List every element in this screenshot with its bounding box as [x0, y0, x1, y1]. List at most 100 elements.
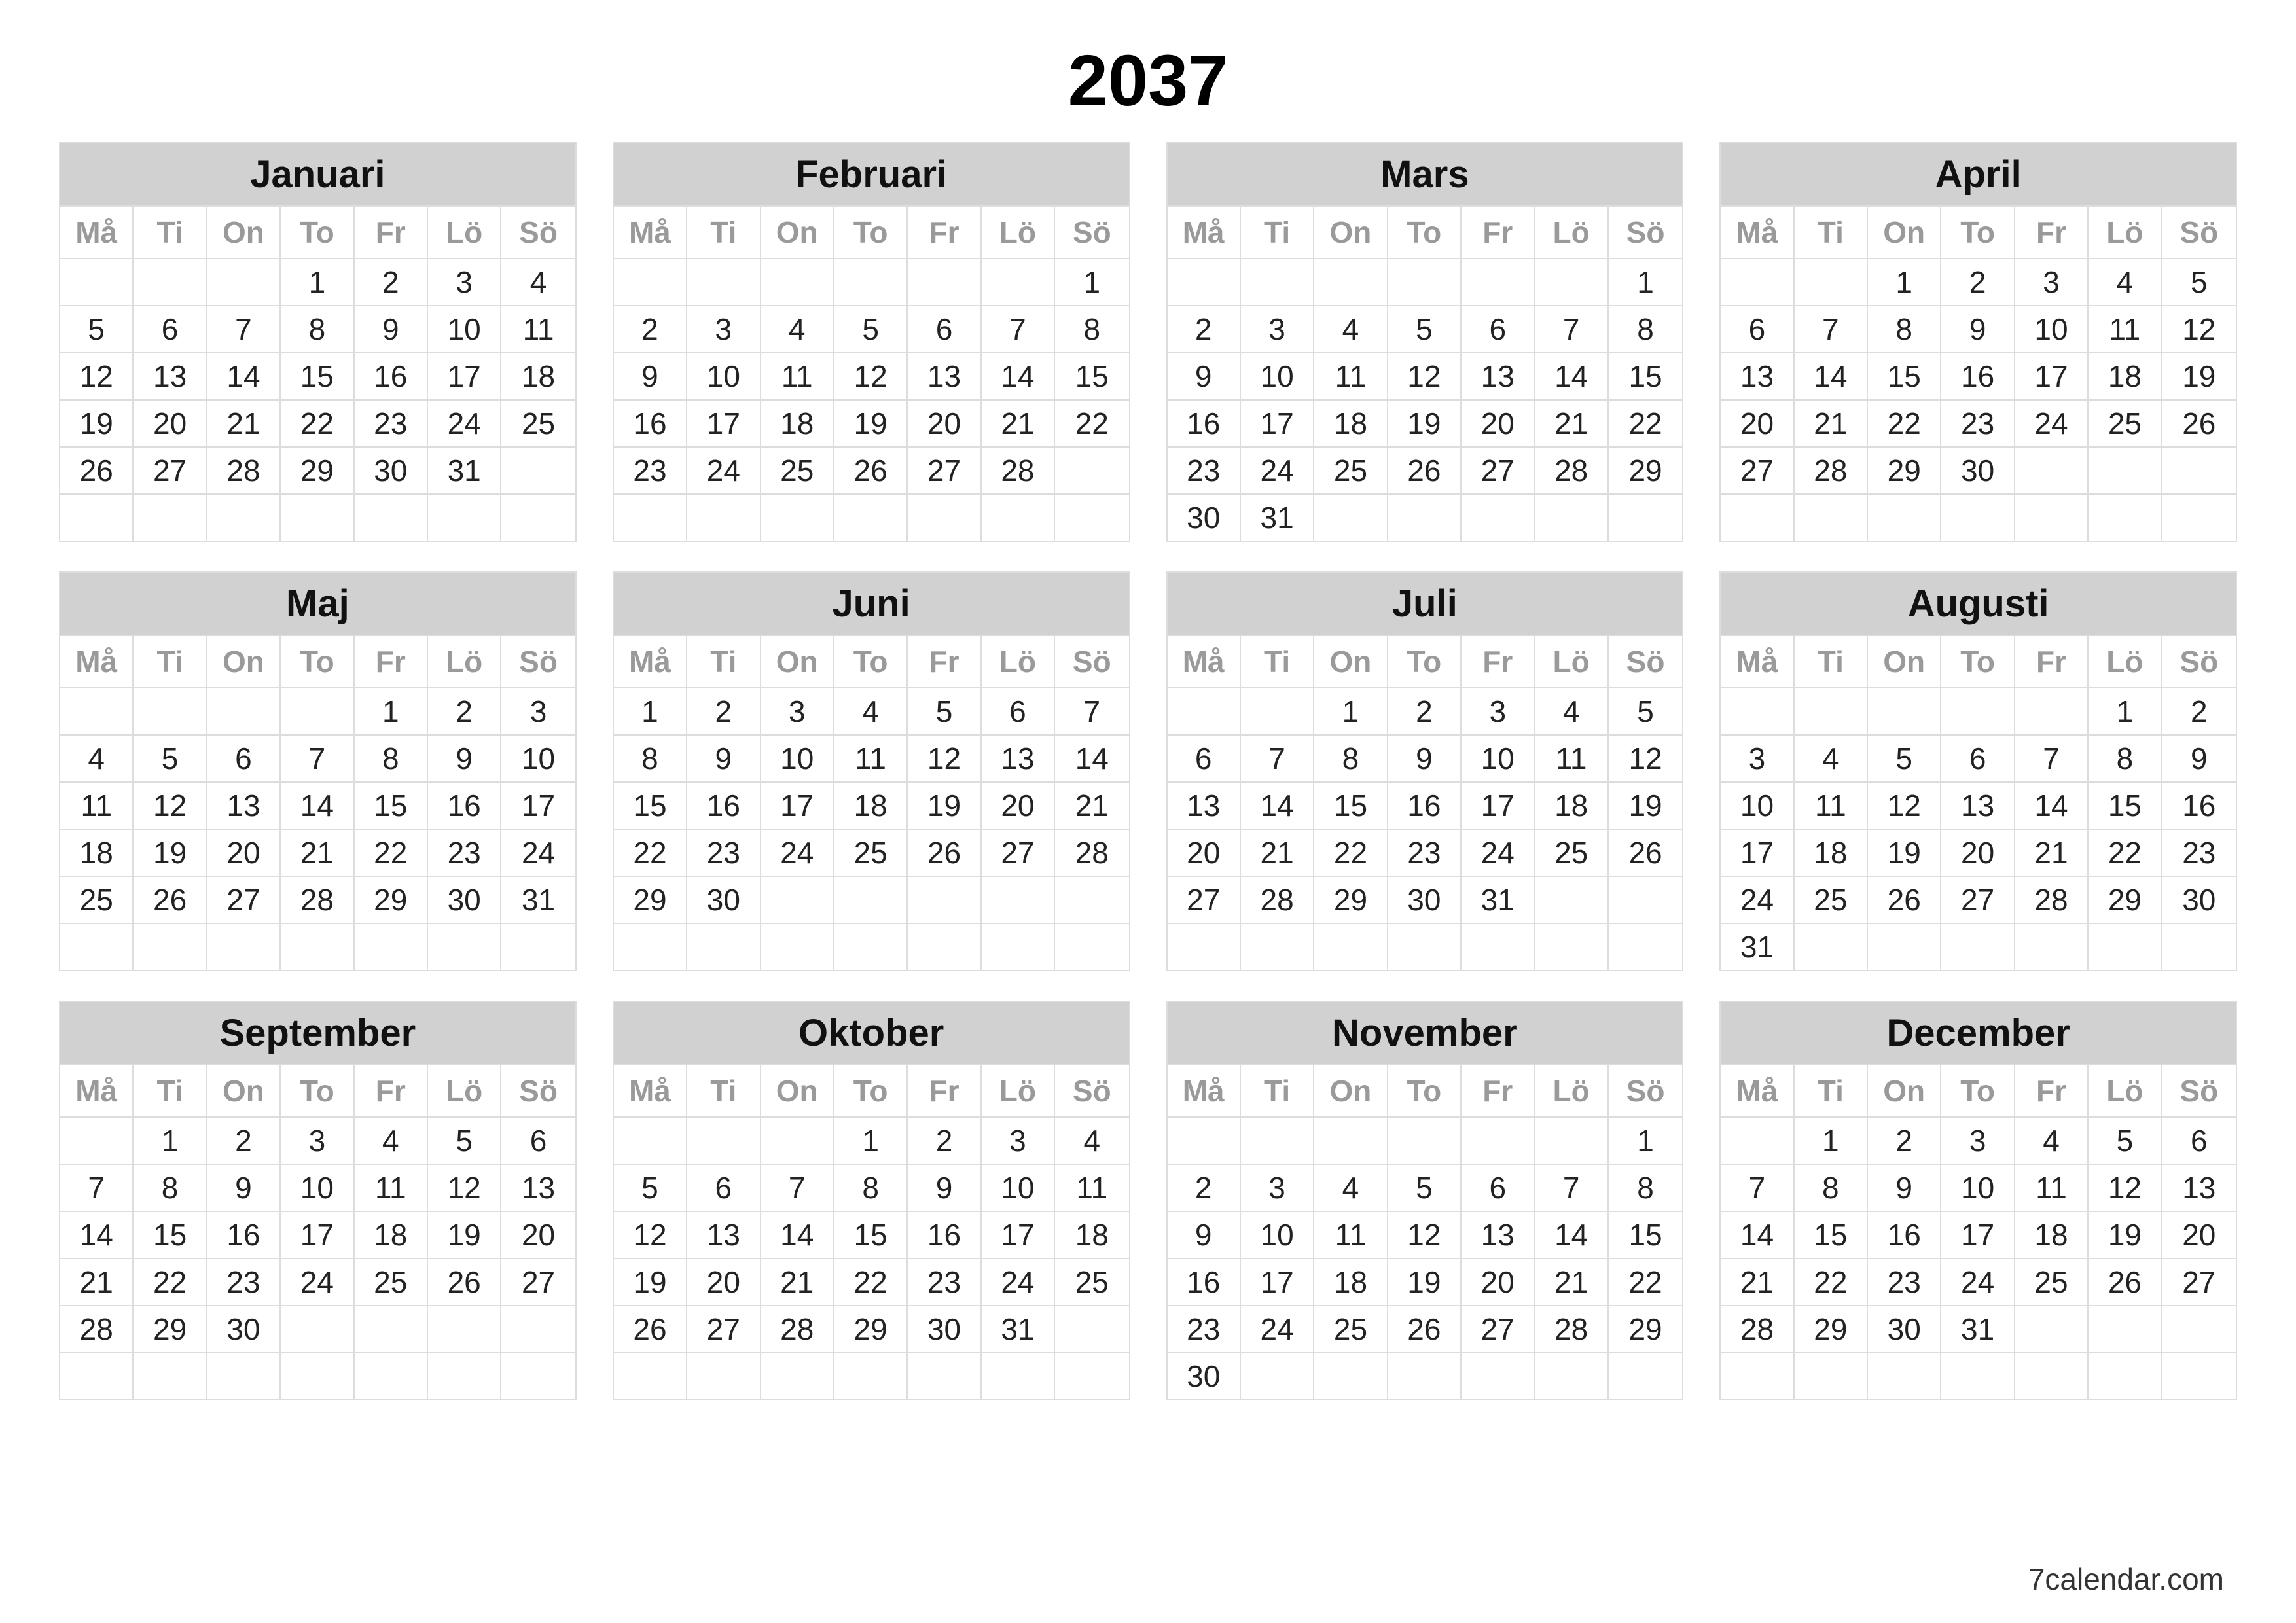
day-cell: 13	[982, 736, 1055, 783]
week-row: 14151617181920	[1721, 1212, 2236, 1259]
day-cell: 15	[1055, 353, 1128, 401]
day-cell: 23	[687, 830, 761, 877]
day-cell: 11	[1314, 1212, 1388, 1259]
day-cell: 14	[1535, 353, 1608, 401]
day-cell	[1462, 1353, 1535, 1399]
weekday-label: On	[1868, 207, 1941, 259]
day-cell: 29	[1609, 448, 1682, 495]
day-cell: 16	[1388, 783, 1462, 830]
day-cell	[1868, 924, 1941, 970]
day-cell: 19	[908, 783, 981, 830]
month-block: NovemberMåTiOnToFrLöSö123456789101112131…	[1166, 1001, 1684, 1400]
day-cell	[281, 1306, 354, 1353]
day-cell: 21	[1535, 401, 1608, 448]
day-cell	[1721, 688, 1794, 736]
day-cell: 25	[355, 1259, 428, 1306]
day-cell: 6	[207, 736, 281, 783]
day-cell: 27	[908, 448, 981, 495]
day-cell: 11	[761, 353, 834, 401]
day-cell: 13	[2162, 1165, 2236, 1212]
day-cell	[207, 259, 281, 306]
day-cell: 18	[1314, 401, 1388, 448]
day-cell: 19	[60, 401, 134, 448]
weekday-label: Fr	[2015, 207, 2089, 259]
weekday-label: Lö	[982, 636, 1055, 688]
month-name: Maj	[60, 573, 575, 636]
month-name: September	[60, 1002, 575, 1065]
day-cell: 28	[1241, 877, 1314, 924]
day-cell	[281, 495, 354, 541]
weekday-label: To	[834, 207, 908, 259]
day-cell	[1535, 1118, 1608, 1165]
day-cell: 6	[134, 306, 207, 353]
day-cell: 12	[134, 783, 207, 830]
weekday-label: Ti	[1795, 636, 1868, 688]
day-cell: 20	[1462, 1259, 1535, 1306]
day-cell: 15	[2089, 783, 2162, 830]
weekday-label: On	[1314, 1065, 1388, 1118]
day-cell	[1795, 924, 1868, 970]
day-cell: 20	[207, 830, 281, 877]
day-cell: 7	[281, 736, 354, 783]
weekday-label: Ti	[1241, 1065, 1314, 1118]
day-cell: 2	[1868, 1118, 1941, 1165]
day-cell: 1	[1609, 1118, 1682, 1165]
day-cell: 28	[982, 448, 1055, 495]
week-row: 28293031	[1721, 1306, 2236, 1353]
day-cell: 24	[1241, 1306, 1314, 1353]
weekday-label: To	[281, 207, 354, 259]
day-cell: 4	[60, 736, 134, 783]
weekday-label: Ti	[1795, 1065, 1868, 1118]
day-cell: 17	[501, 783, 575, 830]
day-cell: 18	[834, 783, 908, 830]
day-cell	[1241, 259, 1314, 306]
day-cell	[2162, 1353, 2236, 1399]
week-row: 282930	[60, 1306, 575, 1353]
day-cell: 26	[834, 448, 908, 495]
day-cell: 22	[355, 830, 428, 877]
day-cell	[614, 259, 687, 306]
day-cell: 8	[355, 736, 428, 783]
day-cell: 2	[428, 688, 501, 736]
day-cell	[1795, 495, 1868, 541]
day-cell: 2	[687, 688, 761, 736]
day-cell	[1241, 924, 1314, 970]
day-cell: 10	[2015, 306, 2089, 353]
day-cell: 30	[1388, 877, 1462, 924]
day-cell	[428, 924, 501, 970]
day-cell	[1055, 1306, 1128, 1353]
day-cell	[834, 495, 908, 541]
day-cell: 28	[2015, 877, 2089, 924]
day-cell: 13	[1941, 783, 2015, 830]
day-cell: 12	[428, 1165, 501, 1212]
week-row: 2728293031	[1168, 877, 1683, 924]
day-cell	[1535, 1353, 1608, 1399]
day-cell: 30	[687, 877, 761, 924]
weekday-label: Må	[614, 1065, 687, 1118]
weekday-label: Lö	[982, 1065, 1055, 1118]
week-row: 12	[1721, 688, 2236, 736]
day-cell: 19	[2089, 1212, 2162, 1259]
day-cell: 7	[2015, 736, 2089, 783]
weekday-row: MåTiOnToFrLöSö	[60, 1065, 575, 1118]
day-cell: 25	[2015, 1259, 2089, 1306]
day-cell	[687, 924, 761, 970]
day-cell: 22	[2089, 830, 2162, 877]
day-cell: 6	[2162, 1118, 2236, 1165]
day-cell	[281, 688, 354, 736]
weekday-label: Må	[60, 207, 134, 259]
day-cell	[207, 924, 281, 970]
day-cell: 3	[761, 688, 834, 736]
day-cell: 8	[834, 1165, 908, 1212]
day-cell	[834, 1353, 908, 1399]
weekday-label: Må	[1721, 1065, 1794, 1118]
week-row: 6789101112	[1721, 306, 2236, 353]
day-cell: 26	[2162, 401, 2236, 448]
day-cell: 14	[1241, 783, 1314, 830]
day-cell: 30	[2162, 877, 2236, 924]
day-cell	[1241, 688, 1314, 736]
day-cell: 7	[982, 306, 1055, 353]
day-cell: 16	[355, 353, 428, 401]
day-cell: 26	[1388, 1306, 1462, 1353]
day-cell	[1462, 495, 1535, 541]
